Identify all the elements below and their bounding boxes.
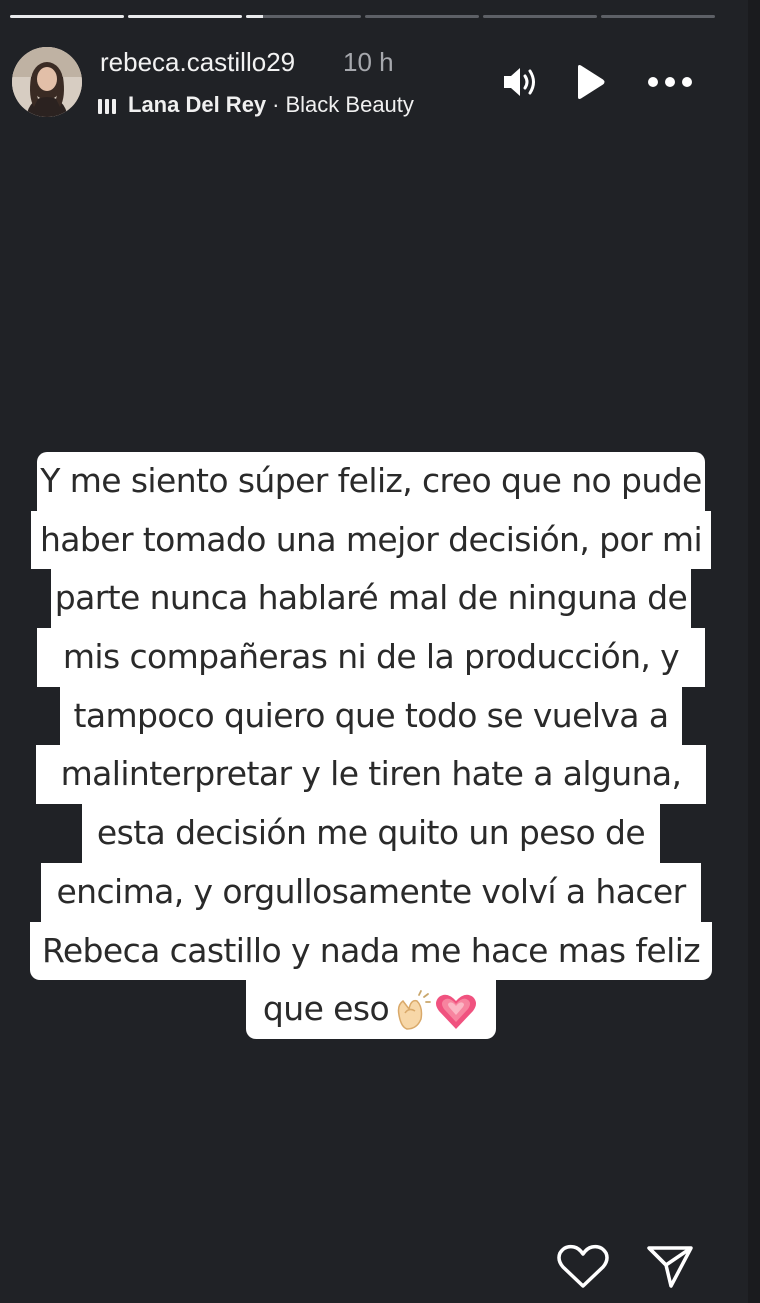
music-separator: · [272,92,280,117]
music-bars-icon [98,97,116,114]
play-icon[interactable] [572,62,608,102]
avatar[interactable] [12,47,82,117]
progress-segment [246,15,361,18]
story-timestamp: 10 h [343,47,394,77]
music-attribution[interactable]: Lana Del Rey · Black Beauty [98,92,414,118]
music-song: Black Beauty [285,92,414,117]
story-text-last-line: que eso [246,980,496,1039]
story-text-line: esta decisión me quito un peso de [82,804,660,863]
story-progress [10,15,716,19]
clapping-hands-icon [397,989,431,1030]
music-artist: Lana Del Rey [128,92,267,117]
share-icon[interactable] [645,1242,695,1292]
story-text-line: parte nunca hablaré mal de ninguna de [51,569,691,629]
volume-icon[interactable] [500,62,540,102]
progress-fill [10,15,125,18]
progress-segment [128,15,243,18]
story-text-line: encima, y orgullosamente volví a hacer [41,862,701,922]
progress-segment [364,15,479,18]
story-text-line: malinterpretar y le tiren hate a alguna, [36,745,706,805]
progress-segment [482,15,597,18]
progress-fill [128,15,243,18]
progress-segment [10,15,125,18]
story-text-card: Y me siento súper feliz, creo que no pud… [30,452,712,1039]
heart-icon[interactable] [555,1242,611,1292]
avatar-image [12,47,82,117]
story-text-line: tampoco quiero que todo se vuelva a [60,686,682,746]
story-text-line: que eso [262,989,390,1029]
progress-segment [600,15,716,18]
story-text-line: Y me siento súper feliz, creo que no pud… [37,452,705,511]
more-icon[interactable] [645,62,697,102]
pink-heart-icon [436,994,477,1029]
progress-fill [246,15,264,18]
story-text-line: Rebeca castillo y nada me hace mas feliz [30,921,712,981]
username[interactable]: rebeca.castillo29 [100,47,295,78]
right-edge-strip [748,0,760,1303]
story-text-line: mis compañeras ni de la producción, y [37,628,705,687]
story-text-line: haber tomado una mejor decisión, por mi [31,510,711,570]
